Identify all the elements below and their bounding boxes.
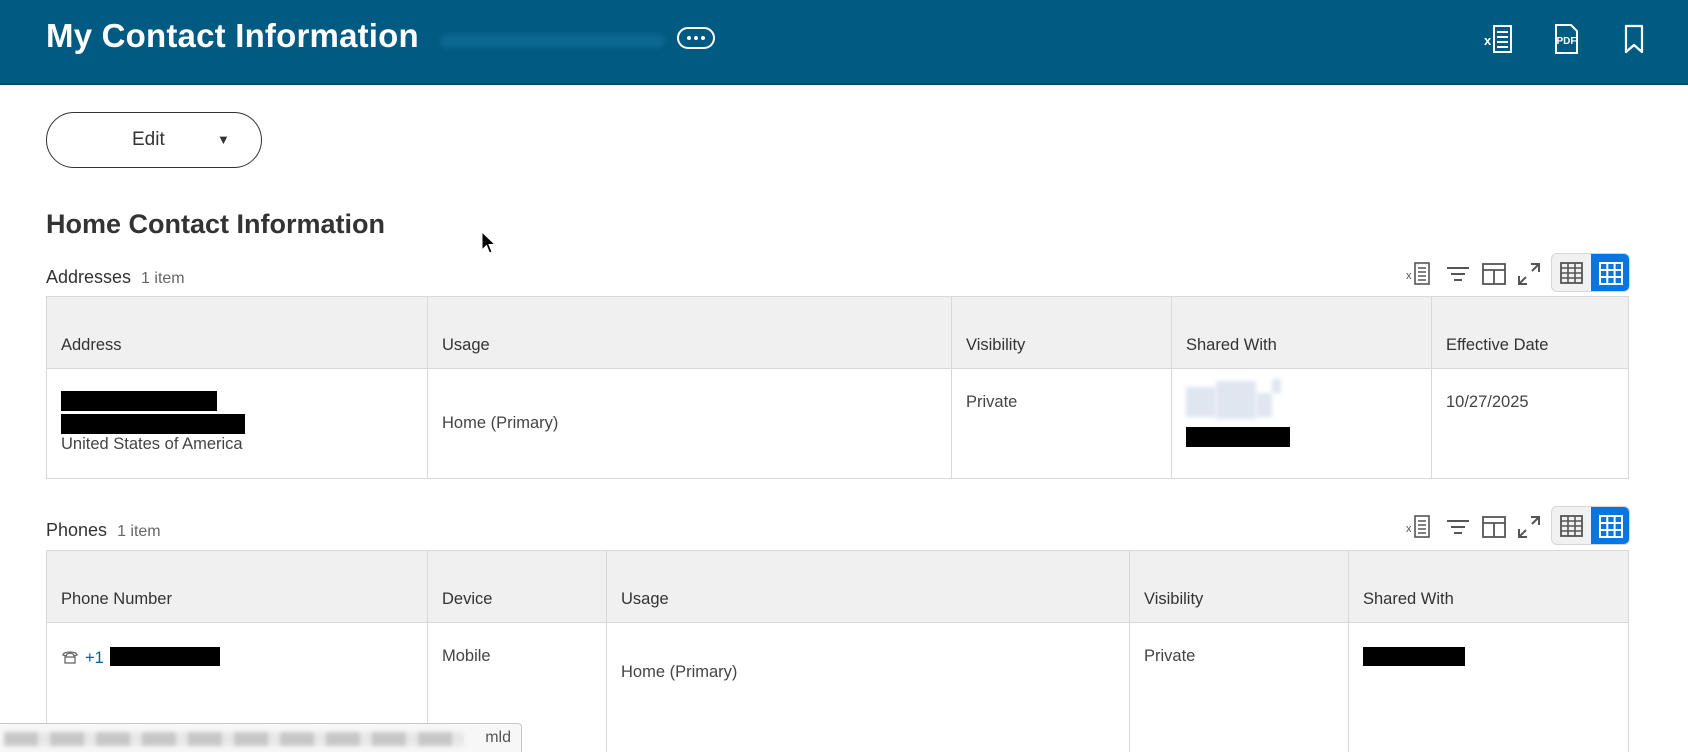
table-row: United States of America Home (Primary) … — [46, 368, 1629, 479]
phones-table: Phone Number Device Usage Visibility Sha… — [46, 550, 1629, 752]
excel-export-icon[interactable]: x — [1406, 514, 1432, 540]
view-toggle — [1551, 506, 1630, 545]
redacted-text — [1186, 427, 1290, 447]
fullscreen-icon[interactable] — [1516, 261, 1542, 287]
column-header-usage[interactable]: Usage — [606, 550, 1130, 623]
phones-count: 1 item — [117, 523, 161, 540]
phone-link[interactable]: +1 — [85, 649, 104, 667]
grid-view-icon[interactable] — [1591, 507, 1630, 545]
svg-text:PDF: PDF — [1557, 36, 1577, 47]
caret-down-icon: ▼ — [217, 132, 230, 147]
svg-text:x: x — [1484, 33, 1492, 48]
blurred-subtitle — [440, 34, 665, 48]
column-header-visibility[interactable]: Visibility — [951, 296, 1172, 369]
more-actions-button[interactable] — [677, 27, 715, 49]
column-header-shared-with[interactable]: Shared With — [1171, 296, 1432, 369]
columns-icon[interactable] — [1481, 514, 1507, 540]
blurred-url — [4, 732, 464, 746]
column-header-address[interactable]: Address — [46, 296, 428, 369]
fullscreen-icon[interactable] — [1516, 514, 1542, 540]
shared-with-cell — [1348, 622, 1629, 752]
status-bar-text: mld — [485, 729, 511, 746]
usage-cell: Home (Primary) — [427, 368, 952, 479]
redacted-text — [61, 414, 245, 434]
excel-export-icon[interactable]: x — [1482, 22, 1516, 56]
table-view-icon[interactable] — [1552, 254, 1591, 292]
excel-export-icon[interactable]: x — [1406, 261, 1432, 287]
section-title: Home Contact Information — [46, 209, 386, 239]
addresses-table: Address Usage Visibility Shared With Eff… — [46, 296, 1629, 479]
bookmark-icon[interactable] — [1617, 22, 1651, 56]
column-header-visibility[interactable]: Visibility — [1129, 550, 1349, 623]
view-toggle — [1551, 253, 1630, 292]
page-header: My Contact Information x PDF — [0, 0, 1688, 85]
column-header-usage[interactable]: Usage — [427, 296, 952, 369]
column-header-phone-number[interactable]: Phone Number — [46, 550, 428, 623]
redacted-text — [109, 647, 220, 666]
table-view-icon[interactable] — [1552, 507, 1591, 545]
shared-with-cell — [1171, 368, 1432, 479]
usage-cell: Home (Primary) — [606, 622, 1130, 752]
addresses-count: 1 item — [141, 270, 185, 287]
edit-button-label: Edit — [132, 129, 165, 150]
redacted-text — [1363, 647, 1465, 666]
table-header-row: Phone Number Device Usage Visibility Sha… — [46, 550, 1629, 623]
phone-icon — [62, 651, 78, 664]
addresses-grid-title: Addresses 1 item — [46, 267, 185, 288]
column-header-device[interactable]: Device — [427, 550, 607, 623]
grid-view-icon[interactable] — [1591, 254, 1630, 292]
table-header-row: Address Usage Visibility Shared With Eff… — [46, 296, 1629, 369]
mouse-cursor-icon — [481, 231, 497, 254]
columns-icon[interactable] — [1481, 261, 1507, 287]
phones-grid-title: Phones 1 item — [46, 520, 161, 541]
browser-status-bar: mld — [0, 723, 522, 752]
edit-dropdown-button[interactable]: Edit ▼ — [46, 112, 262, 168]
filter-icon[interactable] — [1445, 514, 1471, 540]
filter-icon[interactable] — [1445, 261, 1471, 287]
address-cell: United States of America — [46, 368, 428, 479]
address-country: United States of America — [61, 435, 243, 453]
pdf-icon[interactable]: PDF — [1549, 22, 1583, 56]
column-header-shared-with[interactable]: Shared With — [1348, 550, 1629, 623]
phones-title: Phones — [46, 520, 108, 540]
effective-date-cell: 10/27/2025 — [1431, 368, 1629, 479]
visibility-cell: Private — [951, 368, 1172, 479]
page-title: My Contact Information — [46, 17, 419, 54]
ellipsis-icon — [687, 36, 691, 40]
phones-grid-toolbar: x — [1406, 506, 1630, 546]
column-header-effective-date[interactable]: Effective Date — [1431, 296, 1629, 369]
svg-text:x: x — [1406, 523, 1412, 535]
blurred-avatar — [1186, 379, 1286, 423]
svg-text:x: x — [1406, 270, 1412, 282]
visibility-cell: Private — [1129, 622, 1349, 752]
addresses-title: Addresses — [46, 267, 132, 287]
redacted-text — [61, 391, 217, 411]
addresses-grid-toolbar: x — [1406, 253, 1630, 293]
